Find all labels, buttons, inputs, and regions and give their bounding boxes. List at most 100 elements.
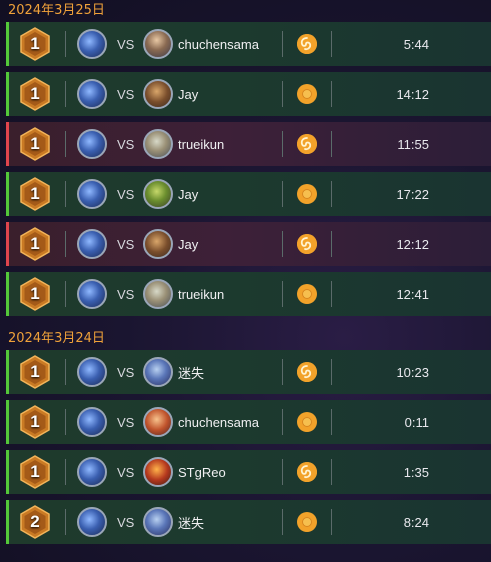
swirl-mode-icon xyxy=(297,234,317,254)
vs-label: VS xyxy=(117,136,135,152)
rank-number: 1 xyxy=(30,412,40,431)
match-duration: 1:35 xyxy=(403,464,429,480)
player-hero-avatar xyxy=(77,29,107,59)
vs-label: VS xyxy=(117,186,135,202)
coin-mode-icon xyxy=(297,512,317,532)
divider xyxy=(282,359,283,385)
divider xyxy=(282,31,283,57)
opponent-name[interactable]: STgReo xyxy=(178,465,278,480)
swirl-mode-icon xyxy=(297,362,317,382)
divider xyxy=(282,509,283,535)
coin-mode-icon xyxy=(297,184,317,204)
opponent-name[interactable]: Jay xyxy=(178,237,278,252)
divider xyxy=(65,131,66,157)
vs-label: VS xyxy=(117,286,135,302)
match-duration: 0:11 xyxy=(404,414,429,430)
rank-number: 2 xyxy=(30,512,40,531)
match-row[interactable]: 1 VS trueikun 11:55 xyxy=(6,122,491,166)
player-hero-avatar xyxy=(77,229,107,259)
opponent-hero-avatar[interactable] xyxy=(143,457,173,487)
swirl-mode-icon xyxy=(297,462,317,482)
rank-number: 1 xyxy=(30,184,40,203)
opponent-hero-avatar[interactable] xyxy=(143,279,173,309)
opponent-name[interactable]: Jay xyxy=(178,187,278,202)
vs-label: VS xyxy=(117,86,135,102)
rank-number: 1 xyxy=(30,362,40,381)
match-history-list: 2024年3月25日 1 VS chuchensama 5:44 1 VS Ja… xyxy=(0,0,491,544)
opponent-hero-avatar[interactable] xyxy=(143,29,173,59)
rank-number: 1 xyxy=(30,34,40,53)
divider xyxy=(65,81,66,107)
opponent-hero-avatar[interactable] xyxy=(143,507,173,537)
vs-label: VS xyxy=(117,364,135,380)
vs-label: VS xyxy=(117,514,135,530)
rank-number: 1 xyxy=(30,234,40,253)
match-duration: 14:12 xyxy=(396,86,429,102)
rank-badge: 1 xyxy=(19,277,51,311)
player-hero-avatar xyxy=(77,79,107,109)
opponent-name[interactable]: 迷失 xyxy=(178,363,278,382)
match-row[interactable]: 1 VS 迷失 10:23 xyxy=(6,350,491,394)
opponent-name[interactable]: trueikun xyxy=(178,137,278,152)
date-header: 2024年3月24日 xyxy=(8,331,105,346)
rank-number: 1 xyxy=(30,134,40,153)
rank-badge: 1 xyxy=(19,177,51,211)
rank-badge: 1 xyxy=(19,355,51,389)
match-duration: 5:44 xyxy=(403,36,429,52)
match-row[interactable]: 1 VS Jay 12:12 xyxy=(6,222,491,266)
opponent-name[interactable]: chuchensama xyxy=(178,37,278,52)
opponent-name[interactable]: chuchensama xyxy=(178,415,278,430)
match-row[interactable]: 1 VS STgReo 1:35 xyxy=(6,450,491,494)
opponent-hero-avatar[interactable] xyxy=(143,407,173,437)
divider xyxy=(65,359,66,385)
divider xyxy=(282,409,283,435)
vs-label: VS xyxy=(117,414,135,430)
swirl-mode-icon xyxy=(297,134,317,154)
rank-badge: 1 xyxy=(19,455,51,489)
rank-number: 1 xyxy=(30,284,40,303)
swirl-mode-icon xyxy=(297,234,317,254)
divider xyxy=(65,509,66,535)
divider xyxy=(282,231,283,257)
opponent-hero-avatar[interactable] xyxy=(143,79,173,109)
divider xyxy=(65,409,66,435)
opponent-name[interactable]: 迷失 xyxy=(178,513,278,532)
opponent-name[interactable]: Jay xyxy=(178,87,278,102)
match-row[interactable]: 1 VS chuchensama 0:11 xyxy=(6,400,491,444)
rank-badge: 1 xyxy=(19,405,51,439)
coin-mode-icon xyxy=(297,412,317,432)
player-hero-avatar xyxy=(77,129,107,159)
match-row[interactable]: 1 VS Jay 17:22 xyxy=(6,172,491,216)
rank-badge: 1 xyxy=(19,227,51,261)
opponent-hero-avatar[interactable] xyxy=(143,179,173,209)
divider xyxy=(282,81,283,107)
match-duration: 11:55 xyxy=(397,136,429,152)
opponent-hero-avatar[interactable] xyxy=(143,229,173,259)
match-duration: 12:12 xyxy=(396,236,429,252)
rank-badge: 1 xyxy=(19,77,51,111)
player-hero-avatar xyxy=(77,179,107,209)
player-hero-avatar xyxy=(77,457,107,487)
swirl-mode-icon xyxy=(297,34,317,54)
match-duration: 12:41 xyxy=(396,286,429,302)
match-row[interactable]: 2 VS 迷失 8:24 xyxy=(6,500,491,544)
rank-number: 1 xyxy=(30,84,40,103)
opponent-hero-avatar[interactable] xyxy=(143,357,173,387)
divider xyxy=(282,131,283,157)
match-duration: 10:23 xyxy=(396,364,429,380)
divider xyxy=(282,181,283,207)
vs-label: VS xyxy=(117,236,135,252)
rank-badge: 2 xyxy=(19,505,51,539)
player-hero-avatar xyxy=(77,357,107,387)
match-row[interactable]: 1 VS trueikun 12:41 xyxy=(6,272,491,316)
opponent-name[interactable]: trueikun xyxy=(178,287,278,302)
match-row[interactable]: 1 VS chuchensama 5:44 xyxy=(6,22,491,66)
player-hero-avatar xyxy=(77,279,107,309)
opponent-hero-avatar[interactable] xyxy=(143,129,173,159)
match-row[interactable]: 1 VS Jay 14:12 xyxy=(6,72,491,116)
divider xyxy=(282,281,283,307)
swirl-mode-icon xyxy=(297,134,317,154)
match-duration: 8:24 xyxy=(403,514,429,530)
vs-label: VS xyxy=(117,464,135,480)
rank-number: 1 xyxy=(30,462,40,481)
